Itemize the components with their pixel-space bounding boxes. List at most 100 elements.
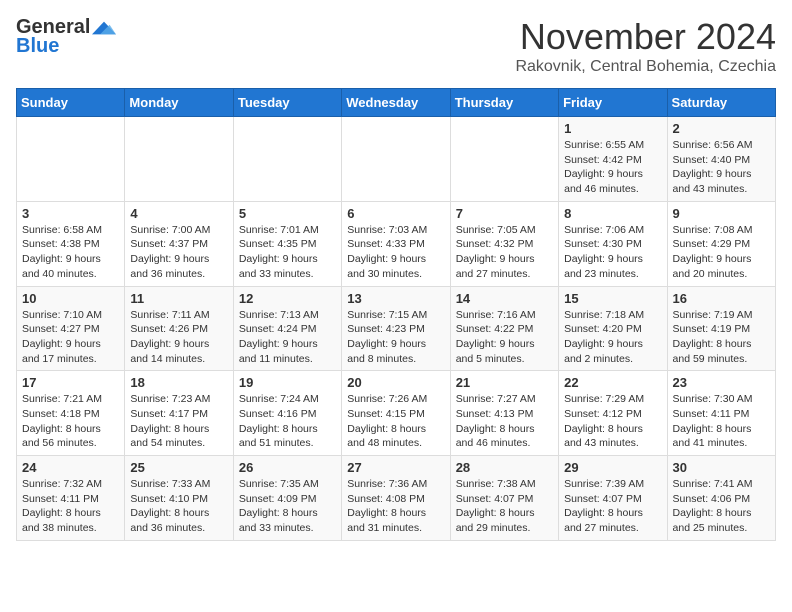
day-info: Sunrise: 7:36 AM Sunset: 4:08 PM Dayligh…: [347, 477, 444, 536]
day-info: Sunrise: 7:19 AM Sunset: 4:19 PM Dayligh…: [673, 308, 770, 367]
day-of-week-header: Monday: [125, 89, 233, 117]
calendar-cell: 23Sunrise: 7:30 AM Sunset: 4:11 PM Dayli…: [667, 371, 775, 456]
day-of-week-header: Sunday: [17, 89, 125, 117]
calendar-cell: 26 Sunrise: 7:35 AM Sunset: 4:09 PM Dayli…: [233, 456, 341, 541]
calendar-cell: 20 Sunrise: 7:26 AM Sunset: 4:15 PM Dayli…: [342, 371, 450, 456]
calendar-cell: 21 Sunrise: 7:27 AM Sunset: 4:13 PM Dayli…: [450, 371, 558, 456]
day-info: Sunrise: 7:05 AM Sunset: 4:32 PM Dayligh…: [456, 223, 553, 282]
calendar-cell: 8 Sunrise: 7:06 AM Sunset: 4:30 PM Daylig…: [559, 201, 667, 286]
calendar-cell: [450, 117, 558, 202]
day-number: 13: [347, 291, 444, 306]
calendar-table: SundayMondayTuesdayWednesdayThursdayFrid…: [16, 88, 776, 541]
day-info: Sunrise: 7:23 AM Sunset: 4:17 PM Dayligh…: [130, 392, 227, 451]
day-info: Sunrise: 7:10 AM Sunset: 4:27 PM Dayligh…: [22, 308, 119, 367]
calendar-cell: 19Sunrise: 7:24 AM Sunset: 4:16 PM Dayli…: [233, 371, 341, 456]
day-number: 22: [564, 375, 661, 390]
day-number: 15: [564, 291, 661, 306]
day-info: Sunrise: 7:29 AM Sunset: 4:12 PM Dayligh…: [564, 392, 661, 451]
day-info: Sunrise: 7:11 AM Sunset: 4:26 PM Dayligh…: [130, 308, 227, 367]
calendar-cell: 22 Sunrise: 7:29 AM Sunset: 4:12 PM Dayli…: [559, 371, 667, 456]
logo-icon: [92, 18, 116, 38]
day-info: Sunrise: 7:16 AM Sunset: 4:22 PM Dayligh…: [456, 308, 553, 367]
day-number: 12: [239, 291, 336, 306]
day-info: Sunrise: 7:00 AM Sunset: 4:37 PM Dayligh…: [130, 223, 227, 282]
day-info: Sunrise: 7:35 AM Sunset: 4:09 PM Dayligh…: [239, 477, 336, 536]
day-number: 8: [564, 206, 661, 221]
calendar-cell: 25 Sunrise: 7:33 AM Sunset: 4:10 PM Dayli…: [125, 456, 233, 541]
day-number: 5: [239, 206, 336, 221]
calendar-cell: 12 Sunrise: 7:13 AM Sunset: 4:24 PM Dayli…: [233, 286, 341, 371]
calendar-cell: 24 Sunrise: 7:32 AM Sunset: 4:11 PM Dayli…: [17, 456, 125, 541]
logo-blue-text: Blue: [16, 35, 59, 58]
day-info: Sunrise: 7:15 AM Sunset: 4:23 PM Dayligh…: [347, 308, 444, 367]
calendar-cell: 3Sunrise: 6:58 AM Sunset: 4:38 PM Daylig…: [17, 201, 125, 286]
calendar-body: 1 Sunrise: 6:55 AM Sunset: 4:42 PM Daylig…: [17, 117, 776, 541]
day-info: Sunrise: 7:08 AM Sunset: 4:29 PM Dayligh…: [673, 223, 770, 282]
day-number: 1: [564, 121, 661, 136]
day-number: 25: [130, 460, 227, 475]
day-info: Sunrise: 7:38 AM Sunset: 4:07 PM Dayligh…: [456, 477, 553, 536]
calendar-cell: 15Sunrise: 7:18 AM Sunset: 4:20 PM Dayli…: [559, 286, 667, 371]
calendar-week-row: 1 Sunrise: 6:55 AM Sunset: 4:42 PM Daylig…: [17, 117, 776, 202]
day-number: 2: [673, 121, 770, 136]
location-subtitle: Rakovnik, Central Bohemia, Czechia: [515, 58, 776, 76]
day-info: Sunrise: 7:33 AM Sunset: 4:10 PM Dayligh…: [130, 477, 227, 536]
calendar-cell: 18 Sunrise: 7:23 AM Sunset: 4:17 PM Dayli…: [125, 371, 233, 456]
calendar-week-row: 17 Sunrise: 7:21 AM Sunset: 4:18 PM Dayli…: [17, 371, 776, 456]
calendar-cell: [233, 117, 341, 202]
day-number: 7: [456, 206, 553, 221]
day-number: 17: [22, 375, 119, 390]
day-number: 20: [347, 375, 444, 390]
day-info: Sunrise: 7:32 AM Sunset: 4:11 PM Dayligh…: [22, 477, 119, 536]
calendar-cell: 27 Sunrise: 7:36 AM Sunset: 4:08 PM Dayli…: [342, 456, 450, 541]
day-number: 24: [22, 460, 119, 475]
day-info: Sunrise: 7:01 AM Sunset: 4:35 PM Dayligh…: [239, 223, 336, 282]
calendar-cell: 5 Sunrise: 7:01 AM Sunset: 4:35 PM Daylig…: [233, 201, 341, 286]
calendar-week-row: 10 Sunrise: 7:10 AM Sunset: 4:27 PM Dayli…: [17, 286, 776, 371]
day-number: 29: [564, 460, 661, 475]
day-info: Sunrise: 6:55 AM Sunset: 4:42 PM Dayligh…: [564, 138, 661, 197]
calendar-cell: 9 Sunrise: 7:08 AM Sunset: 4:29 PM Daylig…: [667, 201, 775, 286]
calendar-week-row: 3Sunrise: 6:58 AM Sunset: 4:38 PM Daylig…: [17, 201, 776, 286]
calendar-cell: [342, 117, 450, 202]
day-number: 26: [239, 460, 336, 475]
day-info: Sunrise: 7:27 AM Sunset: 4:13 PM Dayligh…: [456, 392, 553, 451]
calendar-cell: 30Sunrise: 7:41 AM Sunset: 4:06 PM Dayli…: [667, 456, 775, 541]
day-info: Sunrise: 7:21 AM Sunset: 4:18 PM Dayligh…: [22, 392, 119, 451]
calendar-cell: 16 Sunrise: 7:19 AM Sunset: 4:19 PM Dayli…: [667, 286, 775, 371]
day-of-week-header: Thursday: [450, 89, 558, 117]
calendar-cell: 1 Sunrise: 6:55 AM Sunset: 4:42 PM Daylig…: [559, 117, 667, 202]
day-of-week-header: Tuesday: [233, 89, 341, 117]
day-info: Sunrise: 7:03 AM Sunset: 4:33 PM Dayligh…: [347, 223, 444, 282]
day-number: 10: [22, 291, 119, 306]
calendar-cell: 4Sunrise: 7:00 AM Sunset: 4:37 PM Daylig…: [125, 201, 233, 286]
day-info: Sunrise: 7:13 AM Sunset: 4:24 PM Dayligh…: [239, 308, 336, 367]
calendar-week-row: 24 Sunrise: 7:32 AM Sunset: 4:11 PM Dayli…: [17, 456, 776, 541]
calendar-header-row: SundayMondayTuesdayWednesdayThursdayFrid…: [17, 89, 776, 117]
day-number: 18: [130, 375, 227, 390]
day-of-week-header: Friday: [559, 89, 667, 117]
day-number: 9: [673, 206, 770, 221]
calendar-cell: 10 Sunrise: 7:10 AM Sunset: 4:27 PM Dayli…: [17, 286, 125, 371]
logo: General Blue: [16, 16, 116, 58]
day-number: 3: [22, 206, 119, 221]
calendar-cell: 2Sunrise: 6:56 AM Sunset: 4:40 PM Daylig…: [667, 117, 775, 202]
calendar-cell: 13 Sunrise: 7:15 AM Sunset: 4:23 PM Dayli…: [342, 286, 450, 371]
day-of-week-header: Wednesday: [342, 89, 450, 117]
calendar-cell: 7 Sunrise: 7:05 AM Sunset: 4:32 PM Daylig…: [450, 201, 558, 286]
day-number: 14: [456, 291, 553, 306]
day-number: 6: [347, 206, 444, 221]
day-number: 28: [456, 460, 553, 475]
calendar-cell: [17, 117, 125, 202]
day-number: 23: [673, 375, 770, 390]
day-number: 16: [673, 291, 770, 306]
day-number: 19: [239, 375, 336, 390]
day-number: 27: [347, 460, 444, 475]
day-number: 21: [456, 375, 553, 390]
day-info: Sunrise: 7:06 AM Sunset: 4:30 PM Dayligh…: [564, 223, 661, 282]
day-info: Sunrise: 7:26 AM Sunset: 4:15 PM Dayligh…: [347, 392, 444, 451]
calendar-cell: 28 Sunrise: 7:38 AM Sunset: 4:07 PM Dayli…: [450, 456, 558, 541]
month-title: November 2024: [515, 16, 776, 58]
calendar-cell: 11Sunrise: 7:11 AM Sunset: 4:26 PM Dayli…: [125, 286, 233, 371]
day-info: Sunrise: 7:41 AM Sunset: 4:06 PM Dayligh…: [673, 477, 770, 536]
